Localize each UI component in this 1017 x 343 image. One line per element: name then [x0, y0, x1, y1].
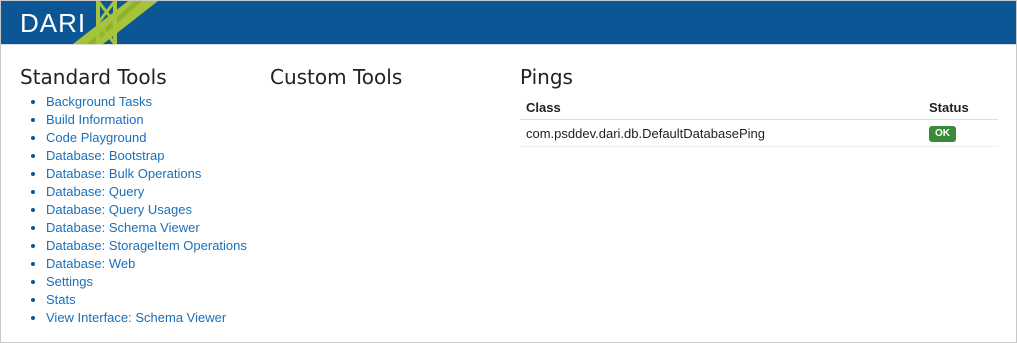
- tool-link-code-playground[interactable]: Code Playground: [46, 130, 146, 145]
- tool-link-database-storageitem-operations[interactable]: Database: StorageItem Operations: [46, 238, 247, 253]
- column-header-class: Class: [520, 95, 923, 120]
- list-item: Background Tasks: [46, 93, 247, 111]
- tool-link-build-information[interactable]: Build Information: [46, 112, 144, 127]
- tool-link-background-tasks[interactable]: Background Tasks: [46, 94, 152, 109]
- list-item: Stats: [46, 291, 247, 309]
- list-item: View Interface: Schema Viewer: [46, 309, 247, 327]
- tool-link-database-web[interactable]: Database: Web: [46, 256, 135, 271]
- tool-link-database-bootstrap[interactable]: Database: Bootstrap: [46, 148, 165, 163]
- ping-class-cell: com.psddev.dari.db.DefaultDatabasePing: [520, 119, 923, 147]
- tool-link-database-bulk-operations[interactable]: Database: Bulk Operations: [46, 166, 201, 181]
- list-item: Database: Query Usages: [46, 201, 247, 219]
- list-item: Settings: [46, 273, 247, 291]
- table-header-row: Class Status: [520, 95, 998, 120]
- tool-link-settings[interactable]: Settings: [46, 274, 93, 289]
- list-item: Database: Query: [46, 183, 247, 201]
- list-item: Code Playground: [46, 129, 247, 147]
- tool-link-database-schema-viewer[interactable]: Database: Schema Viewer: [46, 220, 200, 235]
- tool-link-database-query[interactable]: Database: Query: [46, 184, 144, 199]
- tool-link-database-query-usages[interactable]: Database: Query Usages: [46, 202, 192, 217]
- standard-tools-list: Background Tasks Build Information Code …: [27, 93, 247, 327]
- brand-logo[interactable]: DARI: [20, 9, 86, 37]
- tool-link-view-interface-schema-viewer[interactable]: View Interface: Schema Viewer: [46, 310, 226, 325]
- status-badge: OK: [929, 126, 956, 142]
- list-item: Database: Bulk Operations: [46, 165, 247, 183]
- list-item: Database: Schema Viewer: [46, 219, 247, 237]
- custom-tools-heading: Custom Tools: [270, 65, 403, 89]
- list-item: Database: Web: [46, 255, 247, 273]
- list-item: Database: Bootstrap: [46, 147, 247, 165]
- top-bar: DARI: [1, 1, 1016, 44]
- list-item: Build Information: [46, 111, 247, 129]
- pings-table: Class Status com.psddev.dari.db.DefaultD…: [520, 95, 998, 147]
- table-row: com.psddev.dari.db.DefaultDatabasePing O…: [520, 119, 998, 147]
- column-header-status: Status: [923, 95, 998, 120]
- ping-status-cell: OK: [923, 119, 998, 147]
- standard-tools-heading: Standard Tools: [20, 65, 167, 89]
- header-divider: [1, 44, 1016, 45]
- pings-heading: Pings: [520, 65, 573, 89]
- window: DARI Standard Tools Custom Tools Pings B…: [0, 0, 1017, 343]
- tool-link-stats[interactable]: Stats: [46, 292, 76, 307]
- list-item: Database: StorageItem Operations: [46, 237, 247, 255]
